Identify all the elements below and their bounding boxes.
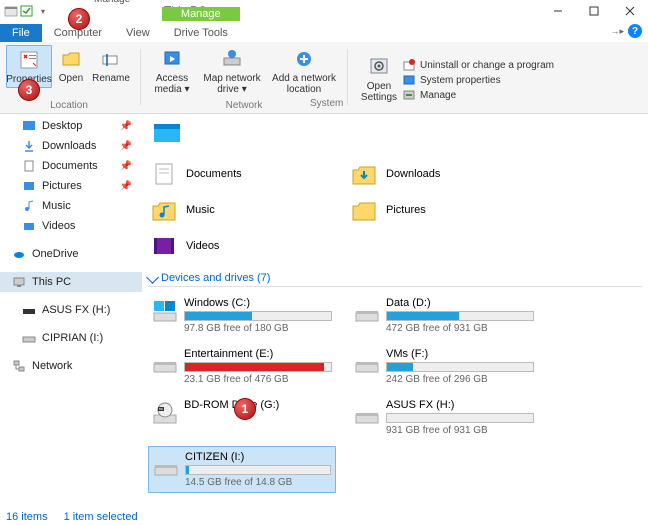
nav-ciprian[interactable]: CIPRIAN (I:) <box>0 328 142 348</box>
drive-item[interactable]: CITIZEN (I:)14.5 GB free of 14.8 GB <box>148 446 336 493</box>
folder-music[interactable]: Music <box>148 194 318 226</box>
nav-videos[interactable]: Videos <box>0 216 142 236</box>
tab-drive-tools[interactable]: Drive Tools <box>162 24 240 42</box>
content-pane: Documents Downloads Music Pictures Video… <box>142 114 648 502</box>
drive-icon <box>354 350 380 376</box>
nav-this-pc[interactable]: This PC <box>0 272 142 292</box>
system-props-icon <box>402 73 416 87</box>
add-location-icon <box>292 47 316 71</box>
drive-icon <box>354 299 380 325</box>
callout-1: 1 <box>234 398 256 420</box>
map-network-drive-button[interactable]: Map network drive ▾ <box>197 45 267 97</box>
qat-checkmark-icon[interactable] <box>20 4 34 18</box>
map-drive-icon <box>220 47 244 71</box>
manage-icon <box>402 88 416 102</box>
tab-file[interactable]: File <box>0 24 42 42</box>
folder-documents[interactable]: Documents <box>148 158 318 190</box>
navigation-pane: Desktop📌 Downloads📌 Documents📌 Pictures📌… <box>0 114 142 502</box>
drives-header[interactable]: Devices and drives (7) <box>148 272 642 287</box>
rename-button[interactable]: Rename <box>90 45 132 88</box>
drive-name: BD-ROM Drive (G:) <box>184 399 332 411</box>
title-bar: ▾ Manage This PC <box>0 0 648 22</box>
drive-icon <box>354 401 380 427</box>
nav-music[interactable]: Music <box>0 196 142 216</box>
nav-asus-fx[interactable]: ASUS FX (H:) <box>0 300 142 320</box>
folder-videos[interactable]: Videos <box>148 230 318 262</box>
uninstall-program-button[interactable]: Uninstall or change a program <box>402 58 554 72</box>
drive-icon: BD <box>152 401 178 427</box>
callout-2: 2 <box>68 8 90 30</box>
ribbon-tabs: File Computer View Manage Drive Tools →▸… <box>0 22 648 42</box>
drive-name: Windows (C:) <box>184 297 332 309</box>
nav-documents[interactable]: Documents📌 <box>0 156 142 176</box>
drive-item[interactable]: Windows (C:)97.8 GB free of 180 GB <box>148 293 336 338</box>
pin-icon: 📌 <box>120 181 132 192</box>
access-media-button[interactable]: Access media ▾ <box>149 45 195 97</box>
properties-icon <box>17 48 41 72</box>
drive-name: VMs (F:) <box>386 348 534 360</box>
help-area: →▸ ? <box>610 24 642 38</box>
app-icon <box>4 4 18 18</box>
folders-section: Documents Downloads Music Pictures Video… <box>148 116 642 262</box>
drive-item[interactable]: VMs (F:)242 GB free of 296 GB <box>350 344 538 389</box>
drive-name: Data (D:) <box>386 297 534 309</box>
folder-downloads[interactable]: Downloads <box>348 158 518 190</box>
help-icon[interactable]: ? <box>628 24 642 38</box>
ribbon: Properties Open Rename Location Access m… <box>0 42 648 114</box>
drive-name: ASUS FX (H:) <box>386 399 534 411</box>
tab-view[interactable]: View <box>114 24 162 42</box>
nav-network[interactable]: Network <box>0 356 142 376</box>
open-button[interactable]: Open <box>54 45 88 88</box>
drive-item[interactable]: ASUS FX (H:)931 GB free of 931 GB <box>350 395 538 440</box>
window-controls <box>540 0 648 22</box>
folder-pictures[interactable]: Pictures <box>348 194 518 226</box>
quick-access-toolbar: ▾ <box>0 4 54 18</box>
add-network-location-button[interactable]: Add a network location <box>269 45 339 97</box>
drive-icon <box>153 453 179 479</box>
main-area: Desktop📌 Downloads📌 Documents📌 Pictures📌… <box>0 114 648 502</box>
drive-icon <box>152 350 178 376</box>
folder-desktop[interactable] <box>148 116 318 154</box>
manage-button[interactable]: Manage <box>402 88 554 102</box>
pin-icon: 📌 <box>120 121 132 132</box>
nav-onedrive[interactable]: OneDrive <box>0 244 142 264</box>
rename-icon <box>99 47 123 71</box>
open-settings-button[interactable]: Open Settings <box>356 53 402 105</box>
close-button[interactable] <box>612 0 648 22</box>
ribbon-group-system: Open Settings Uninstall or change a prog… <box>356 45 554 113</box>
context-label: Manage <box>162 7 240 21</box>
item-count: 16 items <box>6 511 48 523</box>
uninstall-icon <box>402 58 416 72</box>
media-icon <box>160 47 184 71</box>
settings-icon <box>367 55 391 79</box>
drive-item[interactable]: Entertainment (E:)23.1 GB free of 476 GB <box>148 344 336 389</box>
open-icon <box>59 47 83 71</box>
drive-name: Entertainment (E:) <box>184 348 332 360</box>
pin-icon: 📌 <box>120 161 132 172</box>
system-properties-button[interactable]: System properties <box>402 73 554 87</box>
qat-dropdown-icon[interactable]: ▾ <box>36 4 50 18</box>
drives-section: Windows (C:)97.8 GB free of 180 GB Data (… <box>148 293 642 493</box>
status-bar: 16 items 1 item selected <box>6 511 138 523</box>
minimize-button[interactable] <box>540 0 576 22</box>
nav-pictures[interactable]: Pictures📌 <box>0 176 142 196</box>
drive-item[interactable]: Data (D:)472 GB free of 931 GB <box>350 293 538 338</box>
ribbon-expand-icon[interactable]: →▸ <box>610 26 624 37</box>
selection-count: 1 item selected <box>64 511 138 523</box>
maximize-button[interactable] <box>576 0 612 22</box>
nav-downloads[interactable]: Downloads📌 <box>0 136 142 156</box>
pin-icon: 📌 <box>120 141 132 152</box>
callout-3: 3 <box>18 79 40 101</box>
drive-icon <box>152 299 178 325</box>
nav-desktop[interactable]: Desktop📌 <box>0 116 142 136</box>
context-tab-label: Manage <box>94 0 130 5</box>
drive-name: CITIZEN (I:) <box>185 451 331 463</box>
